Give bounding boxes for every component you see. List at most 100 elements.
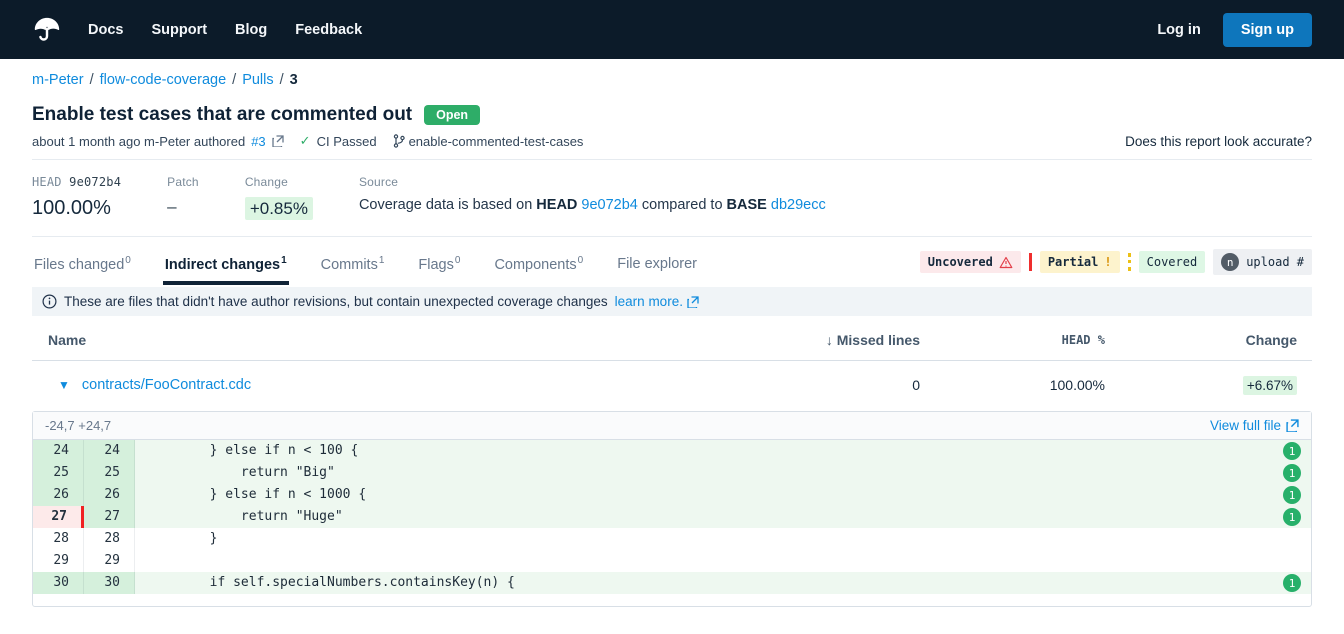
external-link-icon[interactable] [272, 135, 284, 147]
partial-bar-swatch [1128, 253, 1131, 271]
stat-head: HEAD 9e072b4 100.00% [32, 175, 121, 220]
signup-button[interactable]: Sign up [1223, 13, 1312, 47]
base-line-number: 24 [33, 440, 84, 462]
login-link[interactable]: Log in [1157, 22, 1201, 38]
pull-title: Enable test cases that are commented out [32, 104, 412, 126]
tabs-row: Files changed0Indirect changes1Commits1F… [32, 236, 1312, 285]
view-full-file-label: View full file [1210, 418, 1281, 433]
nav-link-docs[interactable]: Docs [88, 22, 123, 38]
head-label: HEAD [1062, 333, 1091, 347]
head-line-number: 24 [84, 440, 135, 462]
tab-label: Files changed [34, 257, 124, 273]
tab-files-changed[interactable]: Files changed0 [32, 249, 133, 285]
source-description: Coverage data is based on HEAD 9e072b4 c… [359, 197, 826, 213]
sort-arrow-icon: ↓ [826, 332, 833, 348]
diff-line-29: 2929 [33, 550, 1311, 572]
change-value: +0.85% [245, 197, 313, 220]
head-hash-link[interactable]: 9e072b4 [581, 197, 637, 213]
pull-status-badge: Open [424, 105, 480, 125]
nav-links: Docs Support Blog Feedback [88, 22, 362, 38]
tab-label: Commits [321, 257, 378, 273]
breadcrumb-pulls[interactable]: Pulls [242, 72, 273, 88]
codecov-umbrella-logo-icon[interactable] [32, 15, 62, 45]
learn-more-link[interactable]: learn more. [615, 294, 699, 309]
pr-number-link[interactable]: #3 [251, 134, 265, 149]
chevron-down-icon[interactable]: ▼ [58, 378, 70, 392]
file-link[interactable]: contracts/FooContract.cdc [82, 377, 251, 393]
file-cell: ▼ contracts/FooContract.cdc [32, 377, 750, 393]
head-line-number: 28 [84, 528, 135, 550]
source-text-1: Coverage data is based on [359, 197, 536, 213]
diff-line-25: 2525 return "Big"1 [33, 462, 1311, 484]
info-circle-icon [42, 294, 57, 309]
tab-label: File explorer [617, 256, 697, 272]
diff-rows: 2424 } else if n < 100 {12525 return "Bi… [33, 440, 1311, 594]
legend-partial-chip: Partial ! [1040, 251, 1120, 273]
diff-hunk-range: -24,7 +24,7 [45, 418, 111, 433]
file-missed-lines: 0 [750, 377, 920, 393]
base-line-number: 26 [33, 484, 84, 506]
breadcrumb-separator: / [90, 72, 94, 88]
ci-check-icon: ✓ [300, 133, 311, 149]
code-line: } else if n < 100 { [135, 440, 1311, 462]
legend-covered-label: Covered [1147, 255, 1198, 269]
head-hash: 9e072b4 [69, 175, 121, 189]
breadcrumb-separator: / [280, 72, 284, 88]
pct-label: % [1098, 333, 1105, 347]
tab-indirect-changes[interactable]: Indirect changes1 [163, 249, 289, 285]
view-full-file-link[interactable]: View full file [1210, 418, 1299, 433]
diff-line-26: 2626 } else if n < 1000 {1 [33, 484, 1311, 506]
tab-file-explorer[interactable]: File explorer [615, 249, 699, 285]
diff-header: -24,7 +24,7 View full file [33, 412, 1311, 440]
head-coverage-value: 100.00% [32, 197, 121, 220]
tab-label: Flags [418, 257, 453, 273]
column-missed-lines[interactable]: ↓ Missed lines [750, 332, 920, 348]
missed-lines-label: Missed lines [837, 332, 920, 348]
column-head-pct[interactable]: HEAD % [920, 333, 1105, 347]
patch-label: Patch [167, 175, 199, 189]
tab-count: 1 [379, 255, 385, 266]
stat-patch: Patch – [167, 175, 199, 220]
tabs: Files changed0Indirect changes1Commits1F… [32, 249, 699, 285]
column-name[interactable]: Name [32, 332, 750, 348]
files-table-header: Name ↓ Missed lines HEAD % Change [32, 316, 1312, 361]
tab-components[interactable]: Components0 [492, 249, 585, 285]
nav-link-feedback[interactable]: Feedback [295, 22, 362, 38]
diff-line-30: 3030 if self.specialNumbers.containsKey(… [33, 572, 1311, 594]
head-line-number: 27 [84, 506, 135, 528]
nav-link-blog[interactable]: Blog [235, 22, 267, 38]
breadcrumb-owner[interactable]: m-Peter [32, 72, 84, 88]
tab-commits[interactable]: Commits1 [319, 249, 387, 285]
base-hash-link[interactable]: db29ecc [771, 197, 826, 213]
head-label: HEAD [32, 175, 62, 189]
stat-change: Change +0.85% [245, 175, 313, 220]
hit-count-badge[interactable]: 1 [1283, 508, 1301, 526]
source-head-word: HEAD [536, 197, 577, 213]
column-change[interactable]: Change [1105, 332, 1297, 348]
tab-flags[interactable]: Flags0 [416, 249, 462, 285]
pull-meta-row: about 1 month ago m-Peter authored #3 ✓ … [32, 133, 1312, 149]
external-link-icon [687, 296, 699, 308]
coverage-legend: Uncovered Partial ! Covered n upload # [920, 249, 1312, 285]
report-accuracy-prompt[interactable]: Does this report look accurate? [1125, 134, 1312, 149]
warning-triangle-icon [999, 256, 1013, 269]
pull-authored-text: about 1 month ago m-Peter authored [32, 134, 245, 149]
tab-label: Components [494, 257, 576, 273]
legend-covered-chip: Covered [1139, 251, 1206, 273]
change-label: Change [245, 175, 313, 189]
hit-count-badge[interactable]: 1 [1283, 486, 1301, 504]
nav-link-support[interactable]: Support [151, 22, 207, 38]
branch-name: enable-commented-test-cases [409, 134, 584, 149]
tab-count: 0 [125, 255, 131, 266]
hit-count-badge[interactable]: 1 [1283, 464, 1301, 482]
code-line [135, 550, 1311, 572]
coverage-stats: HEAD 9e072b4 100.00% Patch – Change +0.8… [32, 160, 1312, 236]
source-text-2: compared to [638, 197, 727, 213]
tab-count: 1 [281, 255, 287, 266]
hit-count-badge[interactable]: 1 [1283, 442, 1301, 460]
code-line: return "Huge" [135, 506, 1311, 528]
breadcrumb-repo[interactable]: flow-code-coverage [100, 72, 227, 88]
source-label: Source [359, 175, 826, 189]
hit-count-badge[interactable]: 1 [1283, 574, 1301, 592]
git-branch-icon [393, 134, 405, 148]
